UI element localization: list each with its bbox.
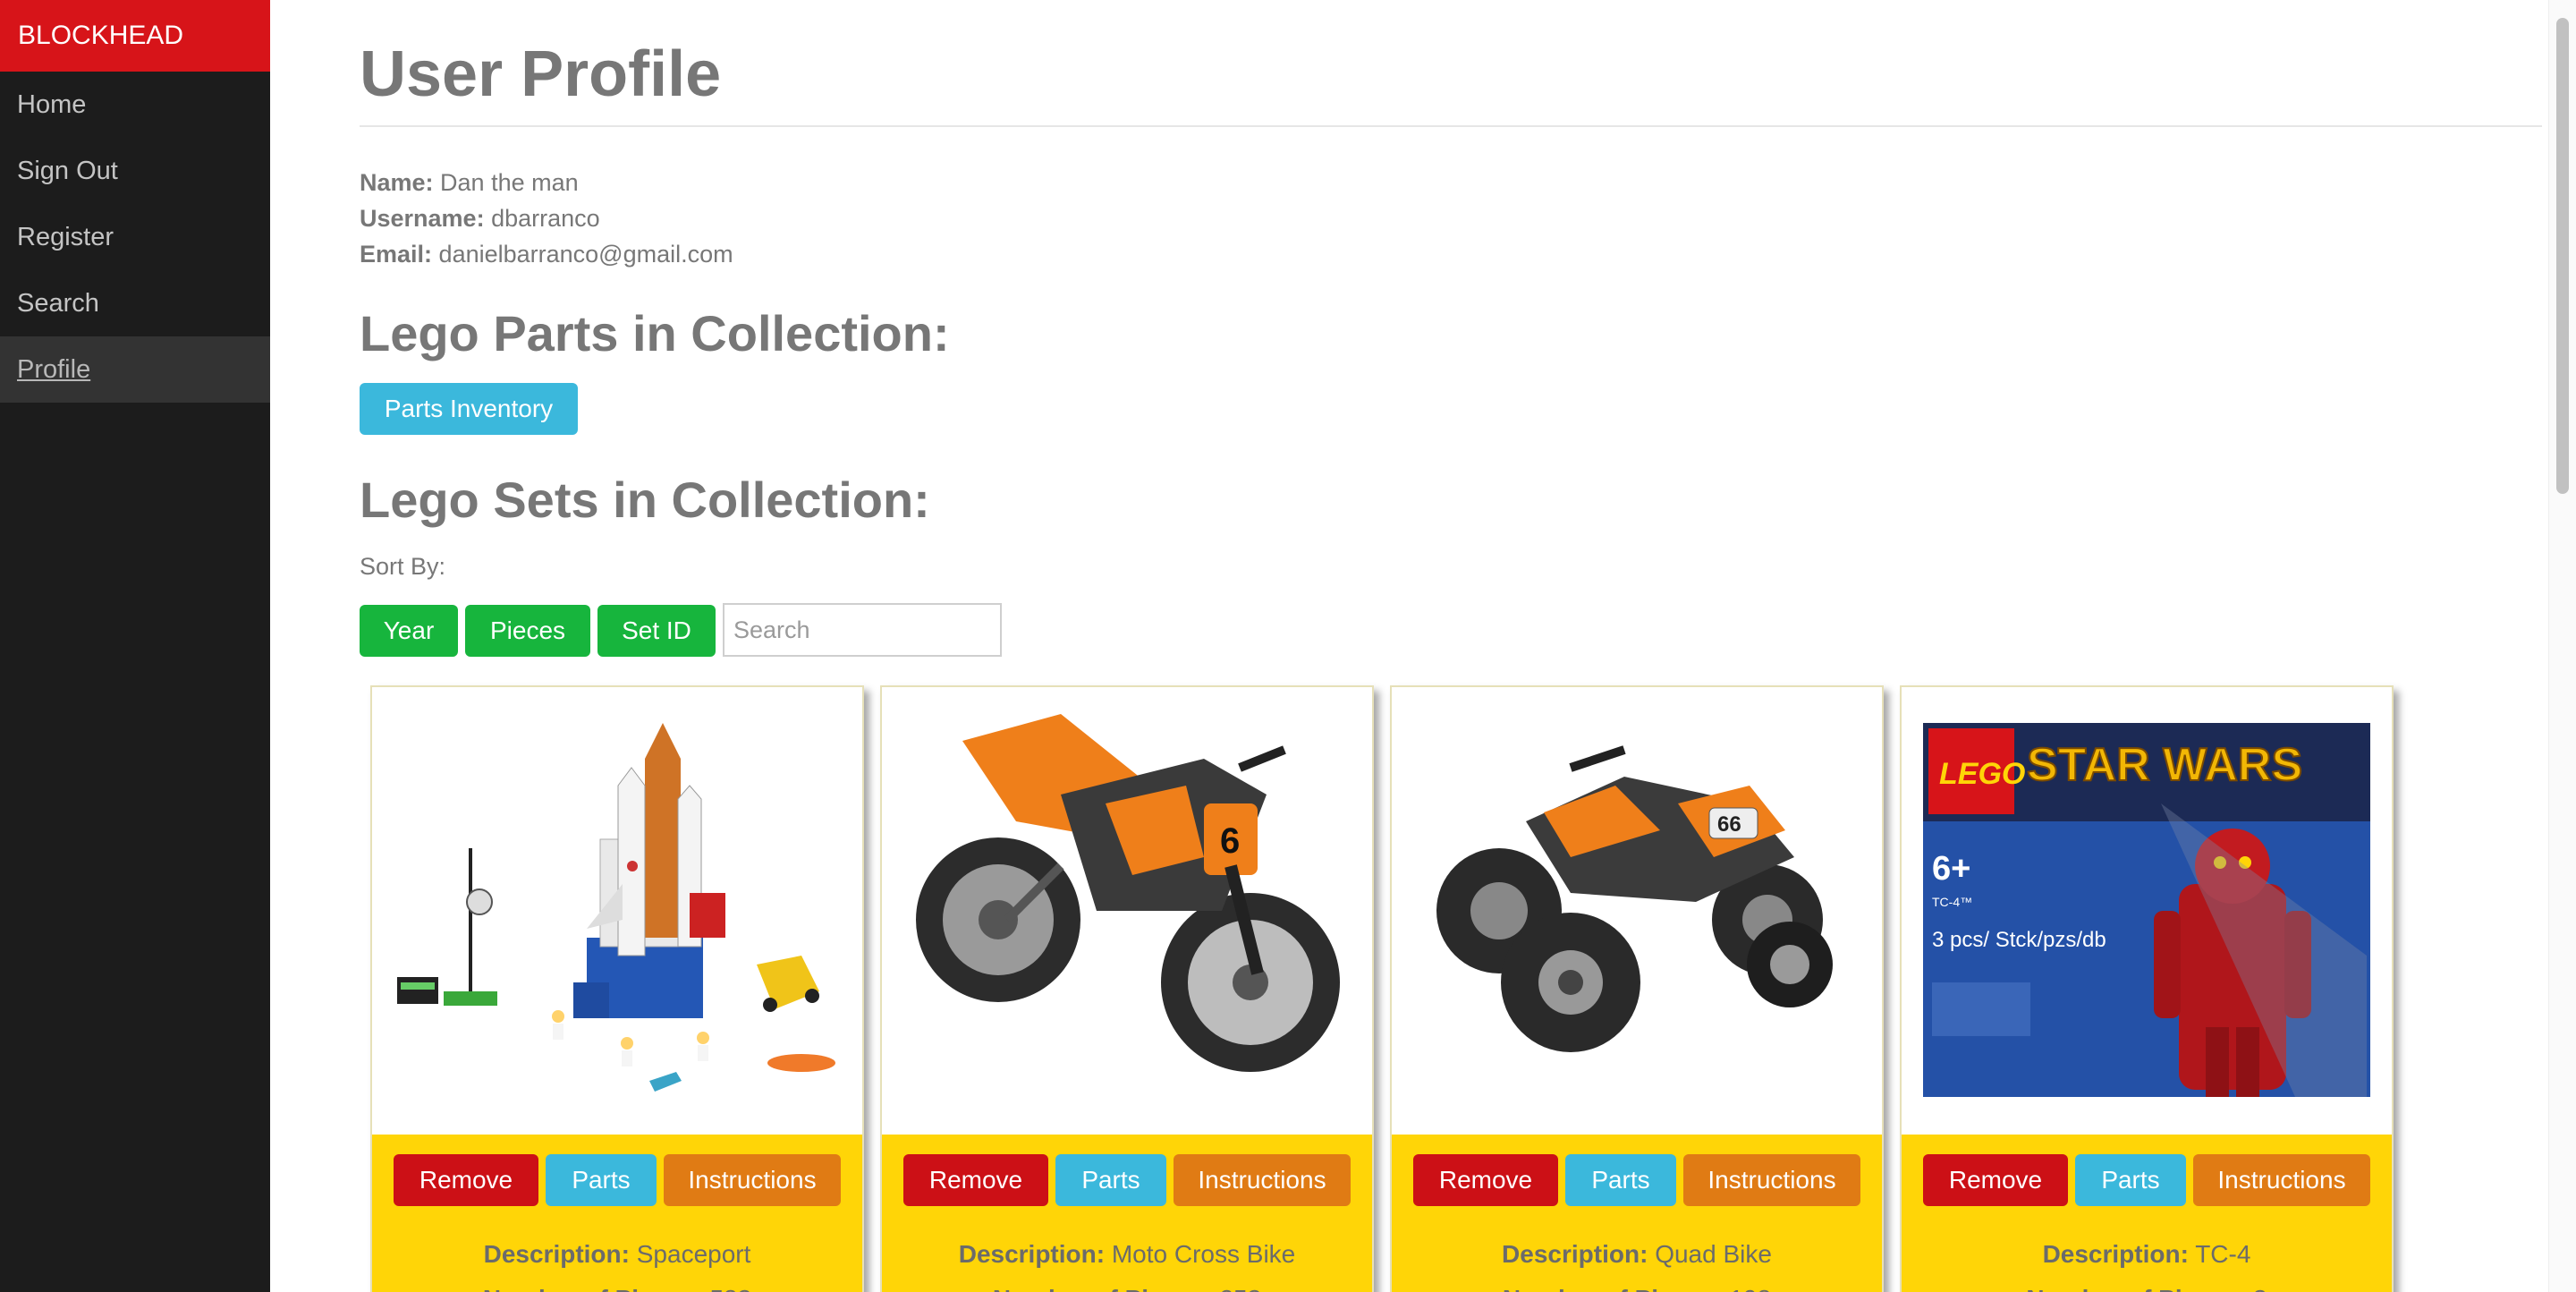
sidebar: BLOCKHEAD Home Sign Out Register Search … (0, 0, 270, 1292)
nav-item-register[interactable]: Register (0, 204, 270, 270)
nav-item-home[interactable]: Home (0, 72, 270, 138)
set-image-quad-bike: 66 (1392, 687, 1882, 1135)
set-card-tc-4: LEGO STAR WARS 6+ TC-4™ 3 pcs/ Stck/pzs/… (1900, 685, 2394, 1292)
set-pieces: Number of Pieces: 198 (1392, 1285, 1882, 1292)
lego-logo-text: LEGO (1939, 757, 2025, 791)
set-description: Description: Quad Bike (1392, 1240, 1882, 1269)
set-description: Description: TC-4 (1902, 1240, 2392, 1269)
set-card-footer: Remove Parts Instructions Description: Q… (1392, 1135, 1882, 1292)
parts-button[interactable]: Parts (2075, 1154, 2186, 1206)
set-card-footer: Remove Parts Instructions Description: M… (882, 1135, 1372, 1292)
pieces-label: Number of Pieces: (1503, 1285, 1723, 1292)
remove-button[interactable]: Remove (1413, 1154, 1558, 1206)
set-card-quad-bike: 66 Remove Parts Instructions Description… (1390, 685, 1884, 1292)
sort-year-button[interactable]: Year (360, 605, 458, 657)
description-value: TC-4 (2195, 1240, 2251, 1268)
username-label: Username: (360, 205, 485, 232)
search-input[interactable] (723, 603, 1002, 657)
set-description: Description: Moto Cross Bike (882, 1240, 1372, 1269)
nav-item-search[interactable]: Search (0, 270, 270, 336)
username-row: Username: dbarranco (360, 200, 733, 236)
set-image-moto-cross-bike: 6 (882, 687, 1372, 1135)
nav-item-profile[interactable]: Profile (0, 336, 270, 403)
parts-inventory-button[interactable]: Parts Inventory (360, 383, 578, 435)
instructions-button[interactable]: Instructions (2193, 1154, 2370, 1206)
svg-text:66: 66 (1717, 812, 1741, 837)
set-image-spaceport (372, 687, 862, 1135)
set-card-footer: Remove Parts Instructions Description: T… (1902, 1135, 2392, 1292)
set-card-moto-cross-bike: 6 Remove Parts Instructions Description:… (880, 685, 1374, 1292)
instructions-button[interactable]: Instructions (1683, 1154, 1860, 1206)
remove-button[interactable]: Remove (903, 1154, 1048, 1206)
set-description: Description: Spaceport (372, 1240, 862, 1269)
page-scrollbar[interactable] (2548, 0, 2576, 1292)
instructions-button[interactable]: Instructions (1174, 1154, 1351, 1206)
product-code-text: TC-4™ (1932, 895, 1972, 909)
set-pieces: Number of Pieces: 253 (882, 1285, 1372, 1292)
brand-logo[interactable]: BLOCKHEAD (0, 0, 270, 72)
description-value: Spaceport (636, 1240, 751, 1268)
name-value: Dan the man (440, 169, 579, 196)
main-content: User Profile Name: Dan the man Username:… (270, 0, 2576, 1292)
page: BLOCKHEAD Home Sign Out Register Search … (0, 0, 2576, 1292)
instructions-button[interactable]: Instructions (664, 1154, 841, 1206)
description-value: Moto Cross Bike (1111, 1240, 1296, 1268)
parts-button[interactable]: Parts (1055, 1154, 1166, 1206)
email-label: Email: (360, 241, 433, 268)
name-label: Name: (360, 169, 434, 196)
page-title: User Profile (360, 38, 722, 110)
nav-item-sign-out[interactable]: Sign Out (0, 138, 270, 204)
sort-set-id-button[interactable]: Set ID (597, 605, 716, 657)
piece-count-text: 3 pcs/ Stck/pzs/db (1932, 928, 2106, 952)
description-label: Description: (2042, 1240, 2189, 1268)
remove-button[interactable]: Remove (1923, 1154, 2068, 1206)
parts-button[interactable]: Parts (1565, 1154, 1676, 1206)
pieces-value: 583 (709, 1285, 751, 1292)
svg-text:6: 6 (1220, 821, 1240, 861)
remove-button[interactable]: Remove (394, 1154, 538, 1206)
name-row: Name: Dan the man (360, 165, 733, 200)
pieces-label: Number of Pieces: (2026, 1285, 2246, 1292)
set-card-footer: Remove Parts Instructions Description: S… (372, 1135, 862, 1292)
description-label: Description: (483, 1240, 630, 1268)
sort-pieces-button[interactable]: Pieces (465, 605, 590, 657)
scrollbar-thumb[interactable] (2556, 18, 2569, 494)
username-value: dbarranco (491, 205, 600, 232)
title-divider (360, 125, 2542, 127)
pieces-value: 3 (2253, 1285, 2267, 1292)
set-pieces: Number of Pieces: 583 (372, 1285, 862, 1292)
sort-by-label: Sort By: (360, 553, 446, 580)
pieces-label: Number of Pieces: (483, 1285, 703, 1292)
description-value: Quad Bike (1655, 1240, 1772, 1268)
pieces-value: 253 (1219, 1285, 1261, 1292)
user-info: Name: Dan the man Username: dbarranco Em… (360, 165, 733, 272)
email-row: Email: danielbarranco@gmail.com (360, 236, 733, 272)
parts-button[interactable]: Parts (546, 1154, 657, 1206)
pieces-value: 198 (1729, 1285, 1771, 1292)
set-image-tc-4: LEGO STAR WARS 6+ TC-4™ 3 pcs/ Stck/pzs/… (1902, 687, 2392, 1135)
parts-section-title: Lego Parts in Collection: (360, 305, 950, 361)
set-pieces: Number of Pieces: 3 (1902, 1285, 2392, 1292)
star-wars-logo-text: STAR WARS (2027, 739, 2302, 791)
sets-section-title: Lego Sets in Collection: (360, 472, 930, 528)
age-text: 6+ (1932, 850, 1970, 888)
email-value: danielbarranco@gmail.com (438, 241, 733, 268)
set-card-spaceport: Remove Parts Instructions Description: S… (370, 685, 864, 1292)
pieces-label: Number of Pieces: (993, 1285, 1213, 1292)
description-label: Description: (958, 1240, 1106, 1268)
description-label: Description: (1502, 1240, 1648, 1268)
